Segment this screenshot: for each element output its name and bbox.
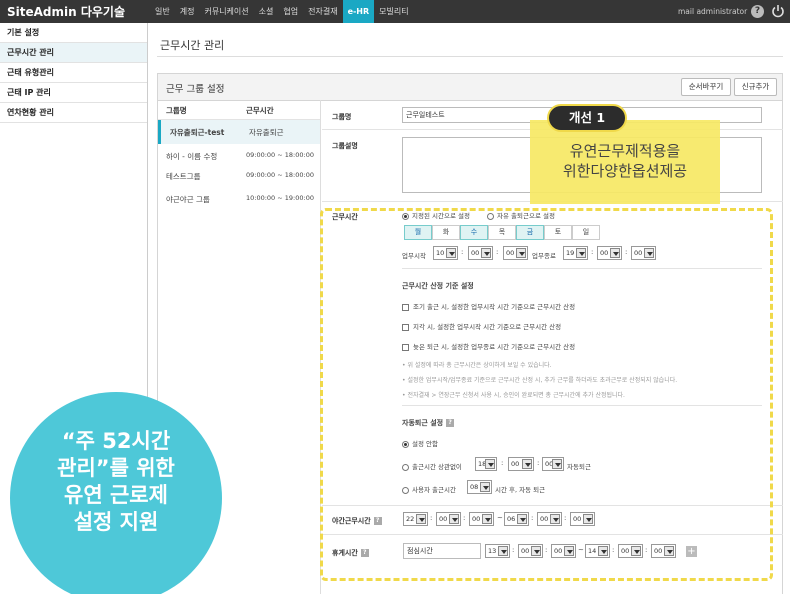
nav-general[interactable]: 일반 (150, 0, 175, 23)
group-row[interactable]: 자유출퇴근-test 자유출퇴근 (158, 120, 320, 144)
sidebar-item-ip[interactable]: 근태 IP 관리 (0, 83, 147, 103)
add-group-button[interactable]: 신규추가 (734, 78, 777, 96)
group-name-header: 그룹명 (166, 106, 187, 115)
nav-communication[interactable]: 커뮤니케이션 (199, 0, 253, 23)
panel-title: 근무 그룹 설정 (166, 84, 225, 95)
group-row-time: 09:00:00 ~ 18:00:00 (246, 151, 314, 159)
nav-mobility[interactable]: 모빌리티 (374, 0, 413, 23)
callout-text: 유연근무제적용을 위한다양한옵션제공 (530, 141, 720, 181)
badge-line: 관리”를 위한 (57, 456, 175, 480)
group-desc-label: 그룹설명 (332, 142, 358, 150)
group-name-label: 그룹명 (332, 113, 352, 121)
power-icon[interactable] (771, 4, 785, 18)
nav-social[interactable]: 소셜 (254, 0, 279, 23)
group-row-name: 하이 - 이름 수정 (166, 152, 218, 161)
panel-header: 근무 그룹 설정 순서바꾸기 신규추가 (158, 74, 782, 101)
badge-line: 설정 지원 (73, 510, 159, 534)
nav-approval[interactable]: 전자결재 (303, 0, 342, 23)
user-name[interactable]: mail administrator (678, 0, 747, 23)
sidebar-item-basic[interactable]: 기본 설정 (0, 23, 147, 43)
nav-ehr[interactable]: e-HR (342, 0, 375, 23)
badge-line: “주 52시간 (61, 429, 171, 453)
title-divider (157, 56, 783, 57)
group-row-time: 10:00:00 ~ 19:00:00 (246, 194, 314, 202)
reorder-button[interactable]: 순서바꾸기 (681, 78, 731, 96)
group-row-name: 야근야근 그룹 (166, 195, 210, 204)
group-row[interactable]: 야근야근 그룹 10:00:00 ~ 19:00:00 (158, 187, 320, 211)
badge-line: 유연 근로제 (64, 483, 168, 507)
nav-collab[interactable]: 협업 (278, 0, 303, 23)
group-row[interactable]: 테스트그룹 09:00:00 ~ 18:00:00 (158, 164, 320, 188)
brand-logo[interactable]: SiteAdmin 다우기술 (7, 3, 125, 20)
sidebar-item-leave[interactable]: 연차현황 관리 (0, 103, 147, 123)
sidebar-item-attendance-type[interactable]: 근태 유형관리 (0, 63, 147, 83)
callout-line: 유연근무제적용을 (569, 142, 681, 160)
callout-line: 위한다양한옵션제공 (562, 162, 688, 180)
callout-tab: 개선 1 (547, 104, 627, 132)
highlight-frame (320, 208, 773, 581)
page-title: 근무시간 관리 (160, 39, 225, 52)
feature-badge-text: “주 52시간 관리”를 위한 유연 근로제 설정 지원 (10, 428, 222, 536)
group-row-name: 테스트그룹 (166, 172, 201, 181)
group-row-time: 자유출퇴근 (249, 128, 284, 137)
nav-account[interactable]: 계정 (175, 0, 200, 23)
top-nav: 일반 계정 커뮤니케이션 소셜 협업 전자결재 e-HR 모빌리티 (150, 0, 414, 23)
sidebar-item-worktime[interactable]: 근무시간 관리 (0, 43, 147, 63)
top-bar: SiteAdmin 다우기술 일반 계정 커뮤니케이션 소셜 협업 전자결재 e… (0, 0, 790, 23)
group-row-name: 자유출퇴근-test (170, 128, 225, 137)
work-time-header: 근무시간 (246, 106, 274, 115)
group-row-time: 09:00:00 ~ 18:00:00 (246, 171, 314, 179)
help-icon[interactable]: ? (751, 5, 764, 18)
